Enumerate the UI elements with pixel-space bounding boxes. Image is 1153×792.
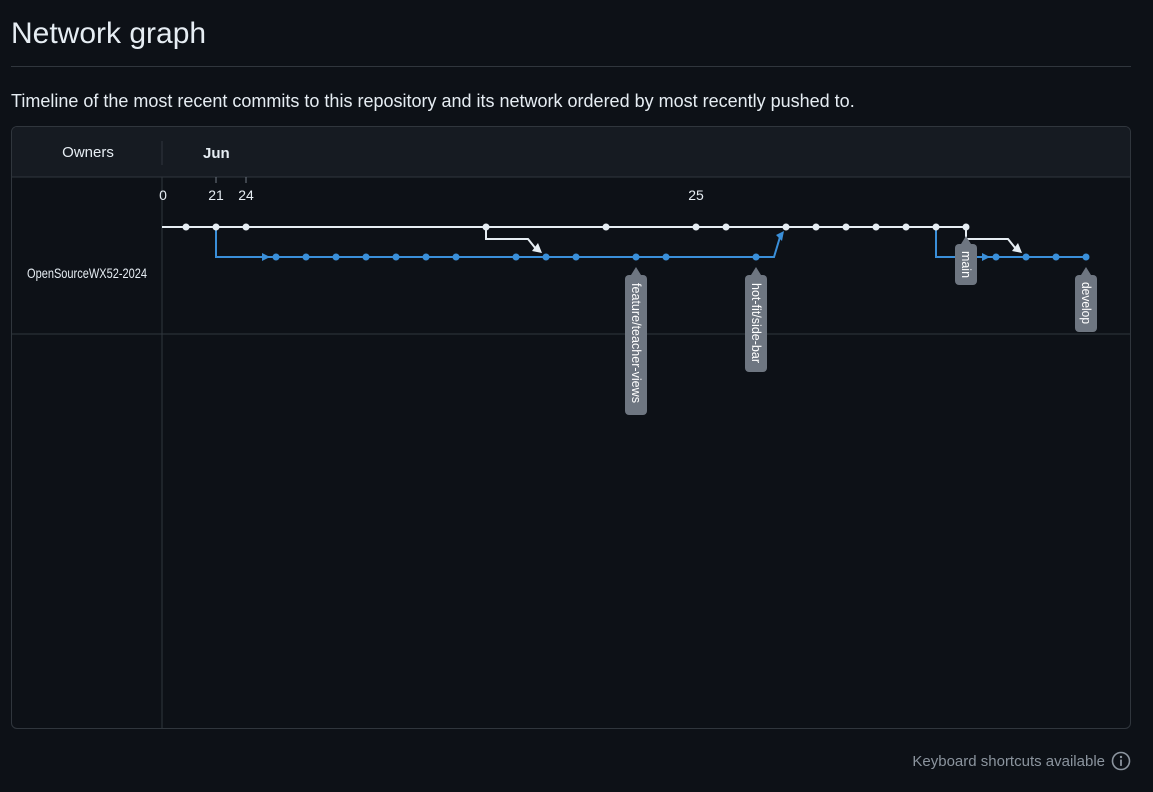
commit-dot[interactable] [452, 253, 460, 261]
day-label-25: 25 [688, 187, 704, 203]
keyboard-shortcuts-link[interactable]: Keyboard shortcuts available [912, 751, 1131, 771]
commit-dot[interactable] [632, 253, 640, 261]
commit-dot[interactable] [842, 223, 850, 231]
branch-label-feature[interactable]: feature/teacher-views [625, 267, 647, 415]
commit-dot[interactable] [602, 223, 610, 231]
branch-label-pointer [1081, 267, 1091, 275]
commit-dot[interactable] [392, 253, 400, 261]
page-description: Timeline of the most recent commits to t… [11, 91, 855, 111]
commit-dot[interactable] [182, 223, 190, 231]
commit-dot[interactable] [362, 253, 370, 261]
branch-label-text: main [959, 251, 974, 278]
commit-dot[interactable] [1052, 253, 1060, 261]
graph-header-band [12, 127, 1130, 177]
merge-connector-1 [485, 227, 537, 250]
day-label-21: 21 [208, 187, 224, 203]
commit-dot[interactable] [482, 223, 490, 231]
month-label: Jun [203, 145, 230, 162]
branch-label-main[interactable]: main [955, 236, 977, 285]
commit-dot[interactable] [692, 223, 700, 231]
branch-label-hotfit[interactable]: hot-fit/side-bar [745, 267, 767, 372]
commit-dot[interactable] [752, 253, 760, 261]
commit-dot[interactable] [992, 253, 1000, 261]
branch-label-text: feature/teacher-views [629, 283, 644, 403]
commit-dot[interactable] [872, 223, 880, 231]
commit-dot[interactable] [722, 223, 730, 231]
owner-name[interactable]: OpenSourceWX52-2024 [27, 265, 147, 281]
branch-label-text: develop [1079, 282, 1094, 324]
branch-label-develop[interactable]: develop [1075, 267, 1097, 332]
commit-dot[interactable] [272, 253, 280, 261]
commit-dot[interactable] [422, 253, 430, 261]
branch-label-pointer [631, 267, 641, 275]
commit-dot[interactable] [662, 253, 670, 261]
info-icon [1111, 751, 1131, 771]
commit-dot[interactable] [902, 223, 910, 231]
commit-dot[interactable] [542, 253, 550, 261]
commit-dot[interactable] [962, 223, 970, 231]
commit-dot[interactable] [1082, 253, 1090, 261]
network-graph-panel[interactable]: Owners Jun 0 21 24 25 OpenSourceWX52-202… [11, 126, 1131, 729]
commit-dot[interactable] [1022, 253, 1030, 261]
commit-dot[interactable] [932, 223, 940, 231]
commit-dot[interactable] [302, 253, 310, 261]
branch-arrow-right-1 [262, 253, 270, 261]
branch-label-text: hot-fit/side-bar [749, 283, 764, 364]
commit-dot[interactable] [332, 253, 340, 261]
network-graph[interactable]: Owners Jun 0 21 24 25 OpenSourceWX52-202… [12, 127, 1130, 728]
day-label-0: 0 [159, 187, 167, 203]
branch-label-pointer [751, 267, 761, 275]
commit-dot[interactable] [782, 223, 790, 231]
owners-header: Owners [62, 144, 114, 161]
page-title: Network graph [11, 17, 207, 50]
commit-dot[interactable] [572, 253, 580, 261]
day-label-24: 24 [238, 187, 254, 203]
commit-dot[interactable] [242, 223, 250, 231]
commit-dot[interactable] [512, 253, 520, 261]
shortcuts-label: Keyboard shortcuts available [912, 752, 1105, 770]
title-divider [11, 66, 1131, 67]
commit-dot[interactable] [812, 223, 820, 231]
branch-arrow-right-2 [982, 253, 990, 261]
branch-line-feature [215, 227, 781, 258]
commit-dot[interactable] [212, 223, 220, 231]
